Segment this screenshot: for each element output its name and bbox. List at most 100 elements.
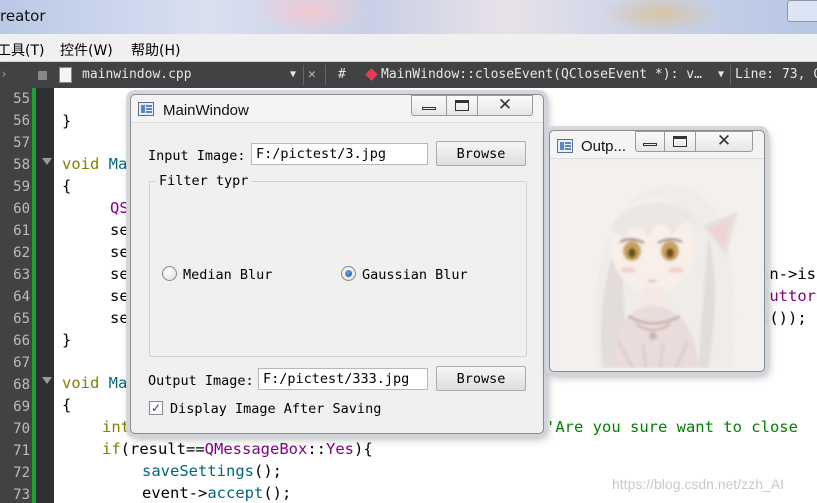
document-icon [59, 67, 72, 83]
code-text: event-> [142, 484, 208, 502]
modified-lines-bar [32, 88, 36, 503]
minimize-icon [643, 143, 657, 146]
close-button[interactable]: ✕ [477, 95, 533, 116]
minimize-button[interactable] [411, 95, 447, 116]
menu-help[interactable]: 帮助(H) [131, 40, 180, 60]
hash-icon[interactable]: # [338, 67, 346, 82]
function-dropdown-icon[interactable]: ▼ [718, 69, 724, 80]
gaussian-blur-radio[interactable] [341, 266, 356, 281]
line-column-indicator[interactable]: Line: 73, C [735, 67, 817, 82]
code-text: if(result==QMessageBox::Yes){ [102, 440, 373, 458]
app-window-icon [138, 102, 154, 116]
code-text: :: [307, 440, 326, 458]
fold-arrow-icon[interactable] [42, 377, 52, 384]
code-class: QMessageBox [204, 440, 308, 458]
creator-window-button[interactable] [787, 0, 817, 22]
code-keyword: if [102, 440, 121, 458]
code-text: d()); [760, 309, 807, 327]
line-number: 55 [13, 91, 30, 107]
median-blur-radio[interactable] [162, 266, 177, 281]
code-text: void Ma [62, 374, 127, 392]
fold-column [34, 88, 54, 503]
creator-title: reator [0, 7, 46, 25]
line-number: 57 [13, 135, 30, 151]
code-text: se [110, 243, 129, 261]
line-number: 72 [13, 465, 30, 481]
menu-tools[interactable]: 工具(T) [0, 40, 44, 60]
code-text: { [62, 396, 72, 414]
editor-toolbar: › mainwindow.cpp ▼ ✕ # MainWindow::close… [0, 62, 817, 88]
maximize-icon [455, 100, 469, 111]
code-text: { [62, 177, 72, 195]
code-text: se [110, 265, 129, 283]
code-keyword: int [102, 418, 130, 436]
line-number: 58 [13, 157, 30, 173]
line-number: 71 [13, 443, 30, 459]
blurred-output-image [558, 166, 760, 368]
file-dropdown-icon[interactable]: ▼ [290, 69, 296, 80]
maximize-button[interactable] [446, 95, 478, 116]
line-number: 73 [13, 487, 30, 503]
code-text: QS [110, 199, 129, 217]
creator-menubar: 工具(T) 控件(W) 帮助(H) [0, 34, 817, 62]
browse-output-button[interactable]: Browse [436, 366, 526, 391]
code-text: (result== [120, 440, 205, 458]
output-window-titlebar[interactable]: Outp... ✕ [550, 131, 764, 159]
display-after-saving-checkbox[interactable]: ✓ [149, 401, 163, 415]
maximize-button[interactable] [664, 131, 696, 152]
input-image-field[interactable]: F:/pictest/3.jpg [251, 143, 428, 165]
toolbar-separator [303, 65, 304, 85]
close-button[interactable]: ✕ [695, 131, 753, 152]
input-image-label: Input Image: [148, 148, 246, 164]
code-function: accept [207, 484, 264, 502]
output-image-field[interactable]: F:/pictest/333.jpg [258, 368, 428, 390]
output-image-label: Output Image: [148, 373, 254, 389]
code-text: saveSettings(); [142, 462, 282, 480]
code-string: 'Are you sure want to close [546, 418, 798, 436]
code-keyword: void [62, 374, 100, 392]
line-number: 67 [13, 355, 30, 371]
line-number: 59 [13, 179, 30, 195]
line-number-gutter: 55 56 57 58 59 60 61 62 63 64 65 66 67 6… [0, 88, 34, 503]
line-number: 70 [13, 421, 30, 437]
line-number: 62 [13, 245, 30, 261]
gaussian-blur-label[interactable]: Gaussian Blur [362, 267, 468, 283]
code-text: Ma [99, 374, 128, 392]
menu-widgets[interactable]: 控件(W) [60, 40, 113, 60]
close-icon: ✕ [497, 95, 513, 115]
line-number: 60 [13, 201, 30, 217]
main-window: MainWindow ✕ Input Image: F:/pictest/3.j… [130, 94, 544, 434]
main-window-title: MainWindow [163, 102, 249, 119]
file-name-combo[interactable]: mainwindow.cpp [82, 67, 192, 82]
browse-input-button[interactable]: Browse [436, 141, 526, 166]
nav-forward-icon[interactable]: › [0, 67, 8, 82]
fold-arrow-icon[interactable] [42, 158, 52, 165]
line-number: 69 [13, 399, 30, 415]
toolbar-separator [325, 65, 326, 85]
code-text: (); [263, 484, 292, 502]
minimize-button[interactable] [635, 131, 665, 152]
display-after-saving-label[interactable]: Display Image After Saving [170, 401, 381, 417]
lock-icon [38, 71, 47, 80]
code-text: ()); [769, 309, 807, 327]
code-text: void Ma [62, 155, 127, 173]
code-text: se [110, 221, 129, 239]
close-document-icon[interactable]: ✕ [308, 67, 316, 82]
toolbar-separator [730, 65, 731, 85]
app-window-icon [557, 139, 573, 153]
code-enum: Yes [326, 440, 354, 458]
code-text: se [110, 309, 129, 327]
function-icon [365, 68, 378, 81]
function-combo[interactable]: MainWindow::closeEvent(QCloseEvent *): v… [381, 67, 702, 82]
output-window-title: Outp... [581, 138, 627, 155]
median-blur-label[interactable]: Median Blur [183, 267, 272, 283]
line-number: 56 [13, 113, 30, 129]
filter-group-title: Filter typr [156, 173, 252, 189]
code-text: Buttor [760, 287, 816, 305]
line-number: 61 [13, 223, 30, 239]
code-text: event->accept(); [142, 484, 291, 502]
main-window-titlebar[interactable]: MainWindow ✕ [131, 95, 543, 123]
line-number: 68 [13, 377, 30, 393]
minimize-icon [422, 107, 436, 110]
code-text: se [110, 287, 129, 305]
